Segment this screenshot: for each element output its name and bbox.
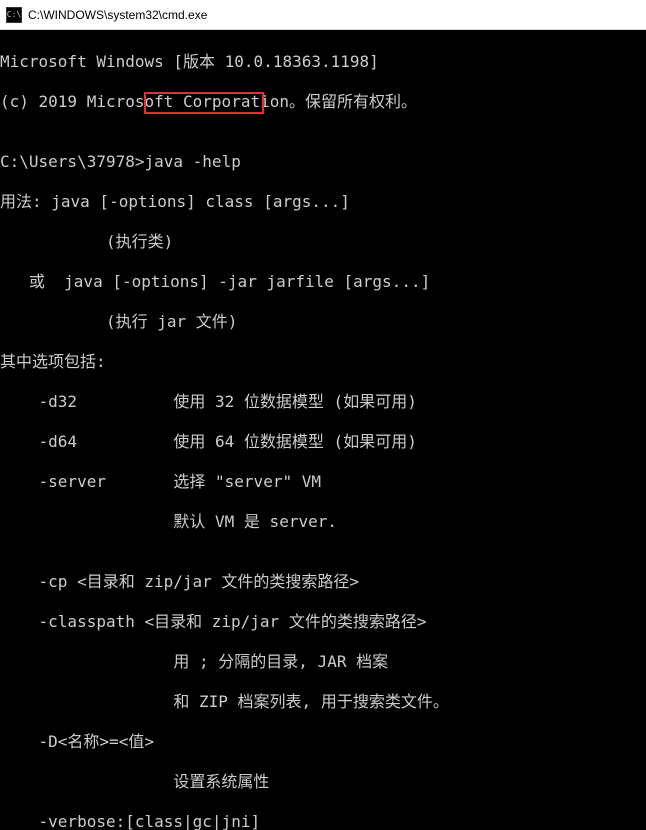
cmd-icon: C:\ <box>6 7 22 23</box>
terminal[interactable]: Microsoft Windows [版本 10.0.18363.1198] (… <box>0 30 646 830</box>
banner-copyright: (c) 2019 Microsoft Corporation。保留所有权利。 <box>0 92 646 112</box>
prompt-command: java -help <box>145 152 241 171</box>
options-header: 其中选项包括: <box>0 352 646 372</box>
opt-dname: -D<名称>=<值> <box>0 732 646 752</box>
opt-classpath: -classpath <目录和 zip/jar 文件的类搜索路径> <box>0 612 646 632</box>
window-title: C:\WINDOWS\system32\cmd.exe <box>28 8 207 22</box>
titlebar[interactable]: C:\ C:\WINDOWS\system32\cmd.exe <box>0 0 646 30</box>
banner-version: Microsoft Windows [版本 10.0.18363.1198] <box>0 52 646 72</box>
opt-classpath-desc: 用 ; 分隔的目录, JAR 档案 <box>0 652 646 672</box>
usage-line: 或 java [-options] -jar jarfile [args...] <box>0 272 646 292</box>
prompt-prefix: C:\Users\37978> <box>0 152 145 171</box>
cmd-icon-glyph: C:\ <box>7 11 21 19</box>
prompt-line: C:\Users\37978>java -help <box>0 152 646 172</box>
opt-server: -server 选择 "server" VM <box>0 472 646 492</box>
opt-server-desc: 默认 VM 是 server. <box>0 512 646 532</box>
opt-d32: -d32 使用 32 位数据模型 (如果可用) <box>0 392 646 412</box>
window: C:\ C:\WINDOWS\system32\cmd.exe Microsof… <box>0 0 646 830</box>
usage-line: (执行 jar 文件) <box>0 312 646 332</box>
opt-classpath-desc: 和 ZIP 档案列表, 用于搜索类文件。 <box>0 692 646 712</box>
opt-verbose: -verbose:[class|gc|jni] <box>0 812 646 830</box>
opt-cp: -cp <目录和 zip/jar 文件的类搜索路径> <box>0 572 646 592</box>
usage-line: (执行类) <box>0 232 646 252</box>
opt-d64: -d64 使用 64 位数据模型 (如果可用) <box>0 432 646 452</box>
opt-dname-desc: 设置系统属性 <box>0 772 646 792</box>
usage-line: 用法: java [-options] class [args...] <box>0 192 646 212</box>
